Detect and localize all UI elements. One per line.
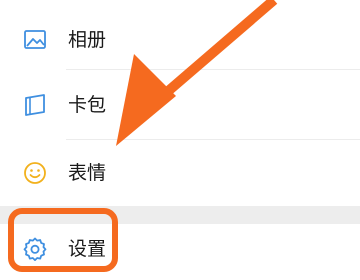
- menu-item-label: 设置: [68, 238, 107, 260]
- menu-item-label: 表情: [68, 162, 107, 184]
- menu-item-settings[interactable]: 设置: [0, 224, 360, 280]
- menu-item-label: 相册: [68, 29, 107, 51]
- menu-item-cards[interactable]: 卡包: [0, 70, 360, 140]
- settings-menu-screen: 相册 卡包 表情 设置: [0, 0, 360, 280]
- card-wallet-icon: [22, 92, 48, 118]
- gear-icon: [22, 236, 48, 262]
- menu-item-stickers[interactable]: 表情: [0, 140, 360, 206]
- photo-album-icon: [22, 27, 48, 53]
- smiley-icon: [22, 160, 48, 186]
- section-gap: [0, 206, 360, 224]
- menu-item-album[interactable]: 相册: [0, 0, 360, 70]
- menu-item-label: 卡包: [68, 94, 107, 116]
